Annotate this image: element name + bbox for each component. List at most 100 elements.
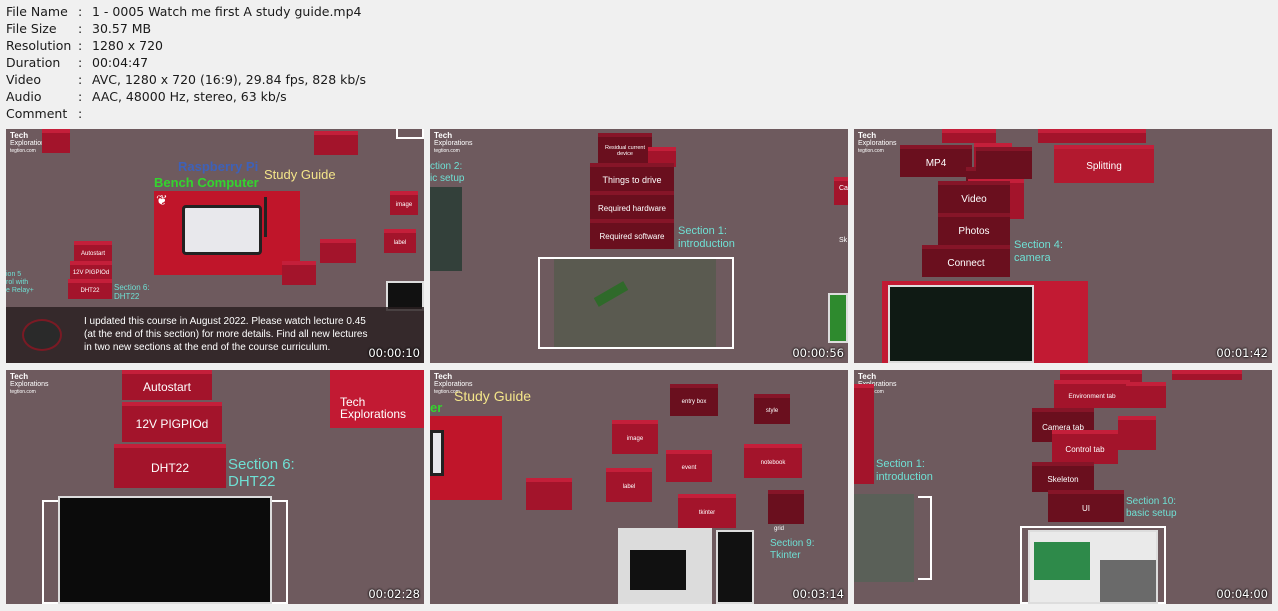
brick-image: image [390, 191, 418, 215]
file-size-value: 30.57 MB [92, 21, 152, 36]
brick-required-software: Required software [590, 219, 674, 249]
brick-environment-tab: Environment tab [1054, 380, 1130, 408]
timestamp: 00:03:14 [792, 587, 844, 601]
timestamp: 00:00:56 [792, 346, 844, 360]
brick [1118, 416, 1156, 450]
raspberry-logo-icon: ❦ [156, 193, 168, 209]
resolution-value: 1280 x 720 [92, 38, 164, 53]
brick [1038, 129, 1146, 143]
timestamp: 00:02:28 [368, 587, 420, 601]
brick-video: Video [938, 181, 1010, 213]
section-label: Section 6: DHT22 [114, 283, 150, 302]
file-info-panel: File Name:1 - 0005 Watch me first A stud… [6, 3, 366, 122]
brick-12v-pigpiod: 12V PIGPIOd [70, 261, 112, 281]
title-raspberry-pi: Raspberry Pi [178, 159, 259, 174]
brick [42, 129, 70, 153]
python-terminal-screenshot [58, 496, 272, 604]
timestamp: 00:01:42 [1216, 346, 1268, 360]
control-pad [1034, 542, 1090, 580]
thumbnail-2[interactable]: Tech Explorations tegtion.com ction 2: ic s… [430, 129, 848, 363]
brick [768, 490, 804, 524]
brick [282, 261, 316, 285]
section-label: Section 1: introduction [678, 225, 735, 250]
oscilloscope-photo [854, 494, 914, 582]
tech-explorations-logo-large: Tech Explorations [340, 395, 407, 421]
dialog-window [630, 550, 686, 590]
brick-control-tab: Control tab [1052, 430, 1118, 464]
tech-explorations-logo: TechExplorationstegtion.com [858, 131, 897, 155]
brick-photos: Photos [938, 213, 1010, 245]
brick-image: image [612, 420, 658, 454]
title-bench-computer: Bench Computer [154, 175, 259, 190]
section-label: Section 1: introduction [876, 458, 933, 483]
tech-explorations-logo: TechExplorationstegtion.com [434, 131, 473, 155]
duration-value: 00:04:47 [92, 55, 149, 70]
brick-mp4: MP4 [900, 145, 972, 177]
file-info-row: Audio: AAC, 48000 Hz, stereo, 63 kb/s [6, 89, 287, 104]
course-badge-icon [22, 319, 62, 351]
lamp-icon [264, 197, 278, 237]
brick [314, 131, 358, 155]
edge-label: Sk [839, 237, 848, 244]
terminal-screenshot [716, 530, 754, 604]
brick-notebook: notebook [744, 444, 802, 478]
file-info-row: File Size:30.57 MB [6, 21, 152, 36]
thumbnail-5[interactable]: Tech Explorations tegtion.com er Study Gui… [430, 370, 848, 604]
logo-panel: Tech Explorations [330, 370, 424, 428]
file-info-row: Comment: [6, 106, 83, 121]
brick-label: label [384, 229, 416, 253]
section-label: Section 6: DHT22 [228, 456, 295, 491]
timestamp: 00:00:10 [368, 346, 420, 360]
section-label: Section 10: basic setup [1126, 496, 1177, 519]
tkinter-app-screenshot [618, 528, 712, 604]
brick [1126, 382, 1166, 408]
brick-connect: Connect [922, 245, 1010, 277]
thumbnail-3[interactable]: Tech Explorations tegtion.com MP4 Splittin… [854, 129, 1272, 363]
brick-splitting: Splitting [1054, 145, 1154, 183]
brick-required-hardware: Required hardware [590, 191, 674, 221]
brick-style: style [754, 394, 790, 424]
title-edge: er [430, 400, 443, 415]
brick [854, 384, 874, 484]
label-grid: grid [774, 526, 785, 532]
title-study-guide: Study Guide [264, 167, 336, 182]
tablet-screen [430, 430, 444, 476]
brick [942, 129, 996, 143]
frame-bracket [396, 129, 424, 139]
caption-overlay: I updated this course in August 2022. Pl… [6, 307, 424, 363]
brick-residual-current-device: Residual current device [598, 133, 652, 165]
title-study-guide: Study Guide [454, 388, 532, 404]
bench-computer-illustration [154, 191, 300, 275]
brick-event: event [666, 450, 712, 482]
brick [976, 147, 1032, 179]
hand-holding-board-photo [554, 259, 716, 347]
section-label: Section 9: Tkinter [770, 538, 815, 561]
frame-bracket [918, 496, 932, 580]
file-info-row: File Name:1 - 0005 Watch me first A stud… [6, 4, 362, 19]
brick-dht22: DHT22 [114, 444, 226, 488]
file-name-value: 1 - 0005 Watch me first A study guide.mp… [92, 4, 362, 19]
brick-autostart: Autostart [74, 241, 112, 263]
file-info-row: Video: AVC, 1280 x 720 (16:9), 29.84 fps,… [6, 72, 367, 87]
brick-autostart: Autostart [122, 370, 212, 400]
thumbnail-6[interactable]: TechExplorationstegtion.com Environment … [854, 370, 1272, 604]
thumbnail-4[interactable]: Tech Explorations tegtion.com Autostart 12… [6, 370, 424, 604]
video-value: AVC, 1280 x 720 (16:9), 29.84 fps, 828 k… [92, 72, 367, 87]
thumbnail-1[interactable]: Tech Explorations tegtion.com Raspberry Pi… [6, 129, 424, 363]
timestamp: 00:04:00 [1216, 587, 1268, 601]
brick-ui: UI [1048, 490, 1124, 522]
brick-tkinter: tkinter [678, 494, 736, 528]
section-label-edge: ion 5 rol with e Relay+ [6, 271, 34, 295]
circuit-board [593, 281, 629, 307]
brick-skeleton: Skeleton [1032, 462, 1094, 492]
app-window [828, 293, 848, 343]
tablet-screen [182, 205, 262, 255]
bench-computer-illustration [430, 416, 502, 500]
ui-app-screenshot [1028, 530, 1158, 604]
edge-label: Ca [839, 185, 848, 192]
brick [526, 478, 572, 510]
brick [1172, 370, 1242, 380]
section-label: Section 4: camera [1014, 239, 1063, 264]
terminal-screenshot [888, 285, 1034, 363]
tech-explorations-logo: TechExplorationstegtion.com [10, 372, 49, 396]
